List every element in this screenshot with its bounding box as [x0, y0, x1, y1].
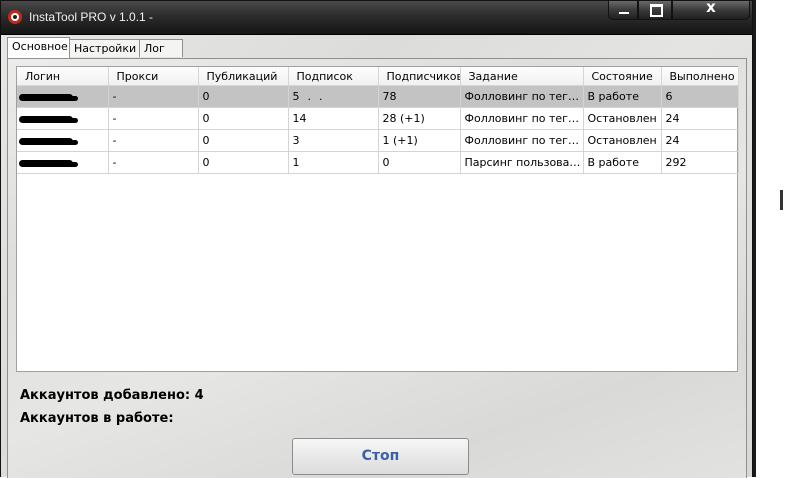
close-button[interactable]: x [672, 0, 750, 20]
column-header-proxy[interactable]: Прокси [108, 67, 199, 86]
following-value: 5 [292, 90, 300, 103]
followers-cell: 28 (+1) [378, 107, 461, 130]
state-cell: В работе [583, 151, 662, 174]
proxy-cell: - [108, 151, 199, 174]
login-cell [17, 129, 109, 152]
column-header-following[interactable]: Подписок [288, 67, 379, 86]
app-logo-icon [8, 10, 22, 24]
login-cell [17, 151, 109, 174]
posts-cell: 0 [198, 85, 289, 108]
tab-log[interactable]: Лог [139, 39, 183, 57]
window-title: InstaTool PRO v 1.0.1 - [29, 10, 154, 24]
done-cell: 24 [661, 107, 739, 130]
redacted-login [19, 159, 73, 167]
done-cell: 292 [661, 151, 739, 174]
proxy-cell: - [108, 107, 199, 130]
task-cell: Фолловинг по тегам [460, 85, 584, 108]
redacted-login [19, 137, 73, 145]
following-cell: 1 [288, 151, 379, 174]
accounts-table[interactable]: Логин Прокси Публикаций Подписок Подписч… [16, 66, 739, 372]
minimize-button[interactable] [608, 1, 638, 20]
table-header-row: Логин Прокси Публикаций Подписок Подписч… [17, 67, 739, 86]
posts-cell: 0 [198, 151, 289, 174]
tab-settings[interactable]: Настройки [69, 39, 140, 57]
table-row[interactable]: - 0 3 1 (+1) Фолловинг по тегам Остановл… [17, 129, 739, 152]
maximize-button[interactable] [638, 1, 672, 20]
close-icon: x [706, 0, 716, 16]
following-cell: 3 [288, 129, 379, 152]
redacted-login [19, 115, 73, 123]
login-cell [17, 107, 109, 130]
followers-cell: 78 [378, 85, 461, 108]
proxy-cell: - [108, 85, 199, 108]
accounts-added-label: Аккаунтов добавлено: 4 [20, 388, 204, 403]
state-cell: Остановлен [583, 107, 662, 130]
table-row[interactable]: - 0 14 28 (+1) Фолловинг по тегам Остано… [17, 107, 739, 130]
state-cell: Остановлен [583, 129, 662, 152]
proxy-cell: - [108, 129, 199, 152]
following-cell: 5.. [288, 85, 379, 108]
column-header-done[interactable]: Выполнено [661, 67, 739, 86]
app-window: InstaTool PRO v 1.0.1 - x Основное Настр… [0, 0, 753, 478]
column-header-followers[interactable]: Подписчиков [378, 67, 461, 86]
window-right-border [753, 0, 756, 477]
state-cell: В работе [583, 85, 662, 108]
background-window-edge [780, 190, 783, 210]
task-cell: Парсинг пользовате... [460, 151, 584, 174]
following-cell: 14 [288, 107, 379, 130]
title-bar[interactable]: InstaTool PRO v 1.0.1 - x [1, 0, 752, 35]
column-header-state[interactable]: Состояние [583, 67, 662, 86]
table-row[interactable]: - 0 1 0 Парсинг пользовате... В работе 2… [17, 151, 739, 174]
followers-cell: 1 (+1) [378, 129, 461, 152]
done-cell: 6 [661, 85, 739, 108]
stop-button[interactable]: Стоп [292, 438, 469, 475]
table-row[interactable]: - 0 5.. 78 Фолловинг по тегам В работе 6 [17, 85, 739, 108]
column-header-task[interactable]: Задание [460, 67, 584, 86]
tab-main[interactable]: Основное [7, 37, 70, 58]
accounts-working-label: Аккаунтов в работе: [20, 411, 174, 426]
column-header-login[interactable]: Логин [17, 67, 109, 86]
redacted-login [19, 93, 73, 101]
task-cell: Фолловинг по тегам [460, 107, 584, 130]
posts-cell: 0 [198, 107, 289, 130]
task-cell: Фолловинг по тегам [460, 129, 584, 152]
main-tab-panel: Логин Прокси Публикаций Подписок Подписч… [7, 58, 747, 478]
followers-cell: 0 [378, 151, 461, 174]
login-cell [17, 85, 109, 108]
done-cell: 24 [661, 129, 739, 152]
column-header-posts[interactable]: Публикаций [198, 67, 289, 86]
posts-cell: 0 [198, 129, 289, 152]
